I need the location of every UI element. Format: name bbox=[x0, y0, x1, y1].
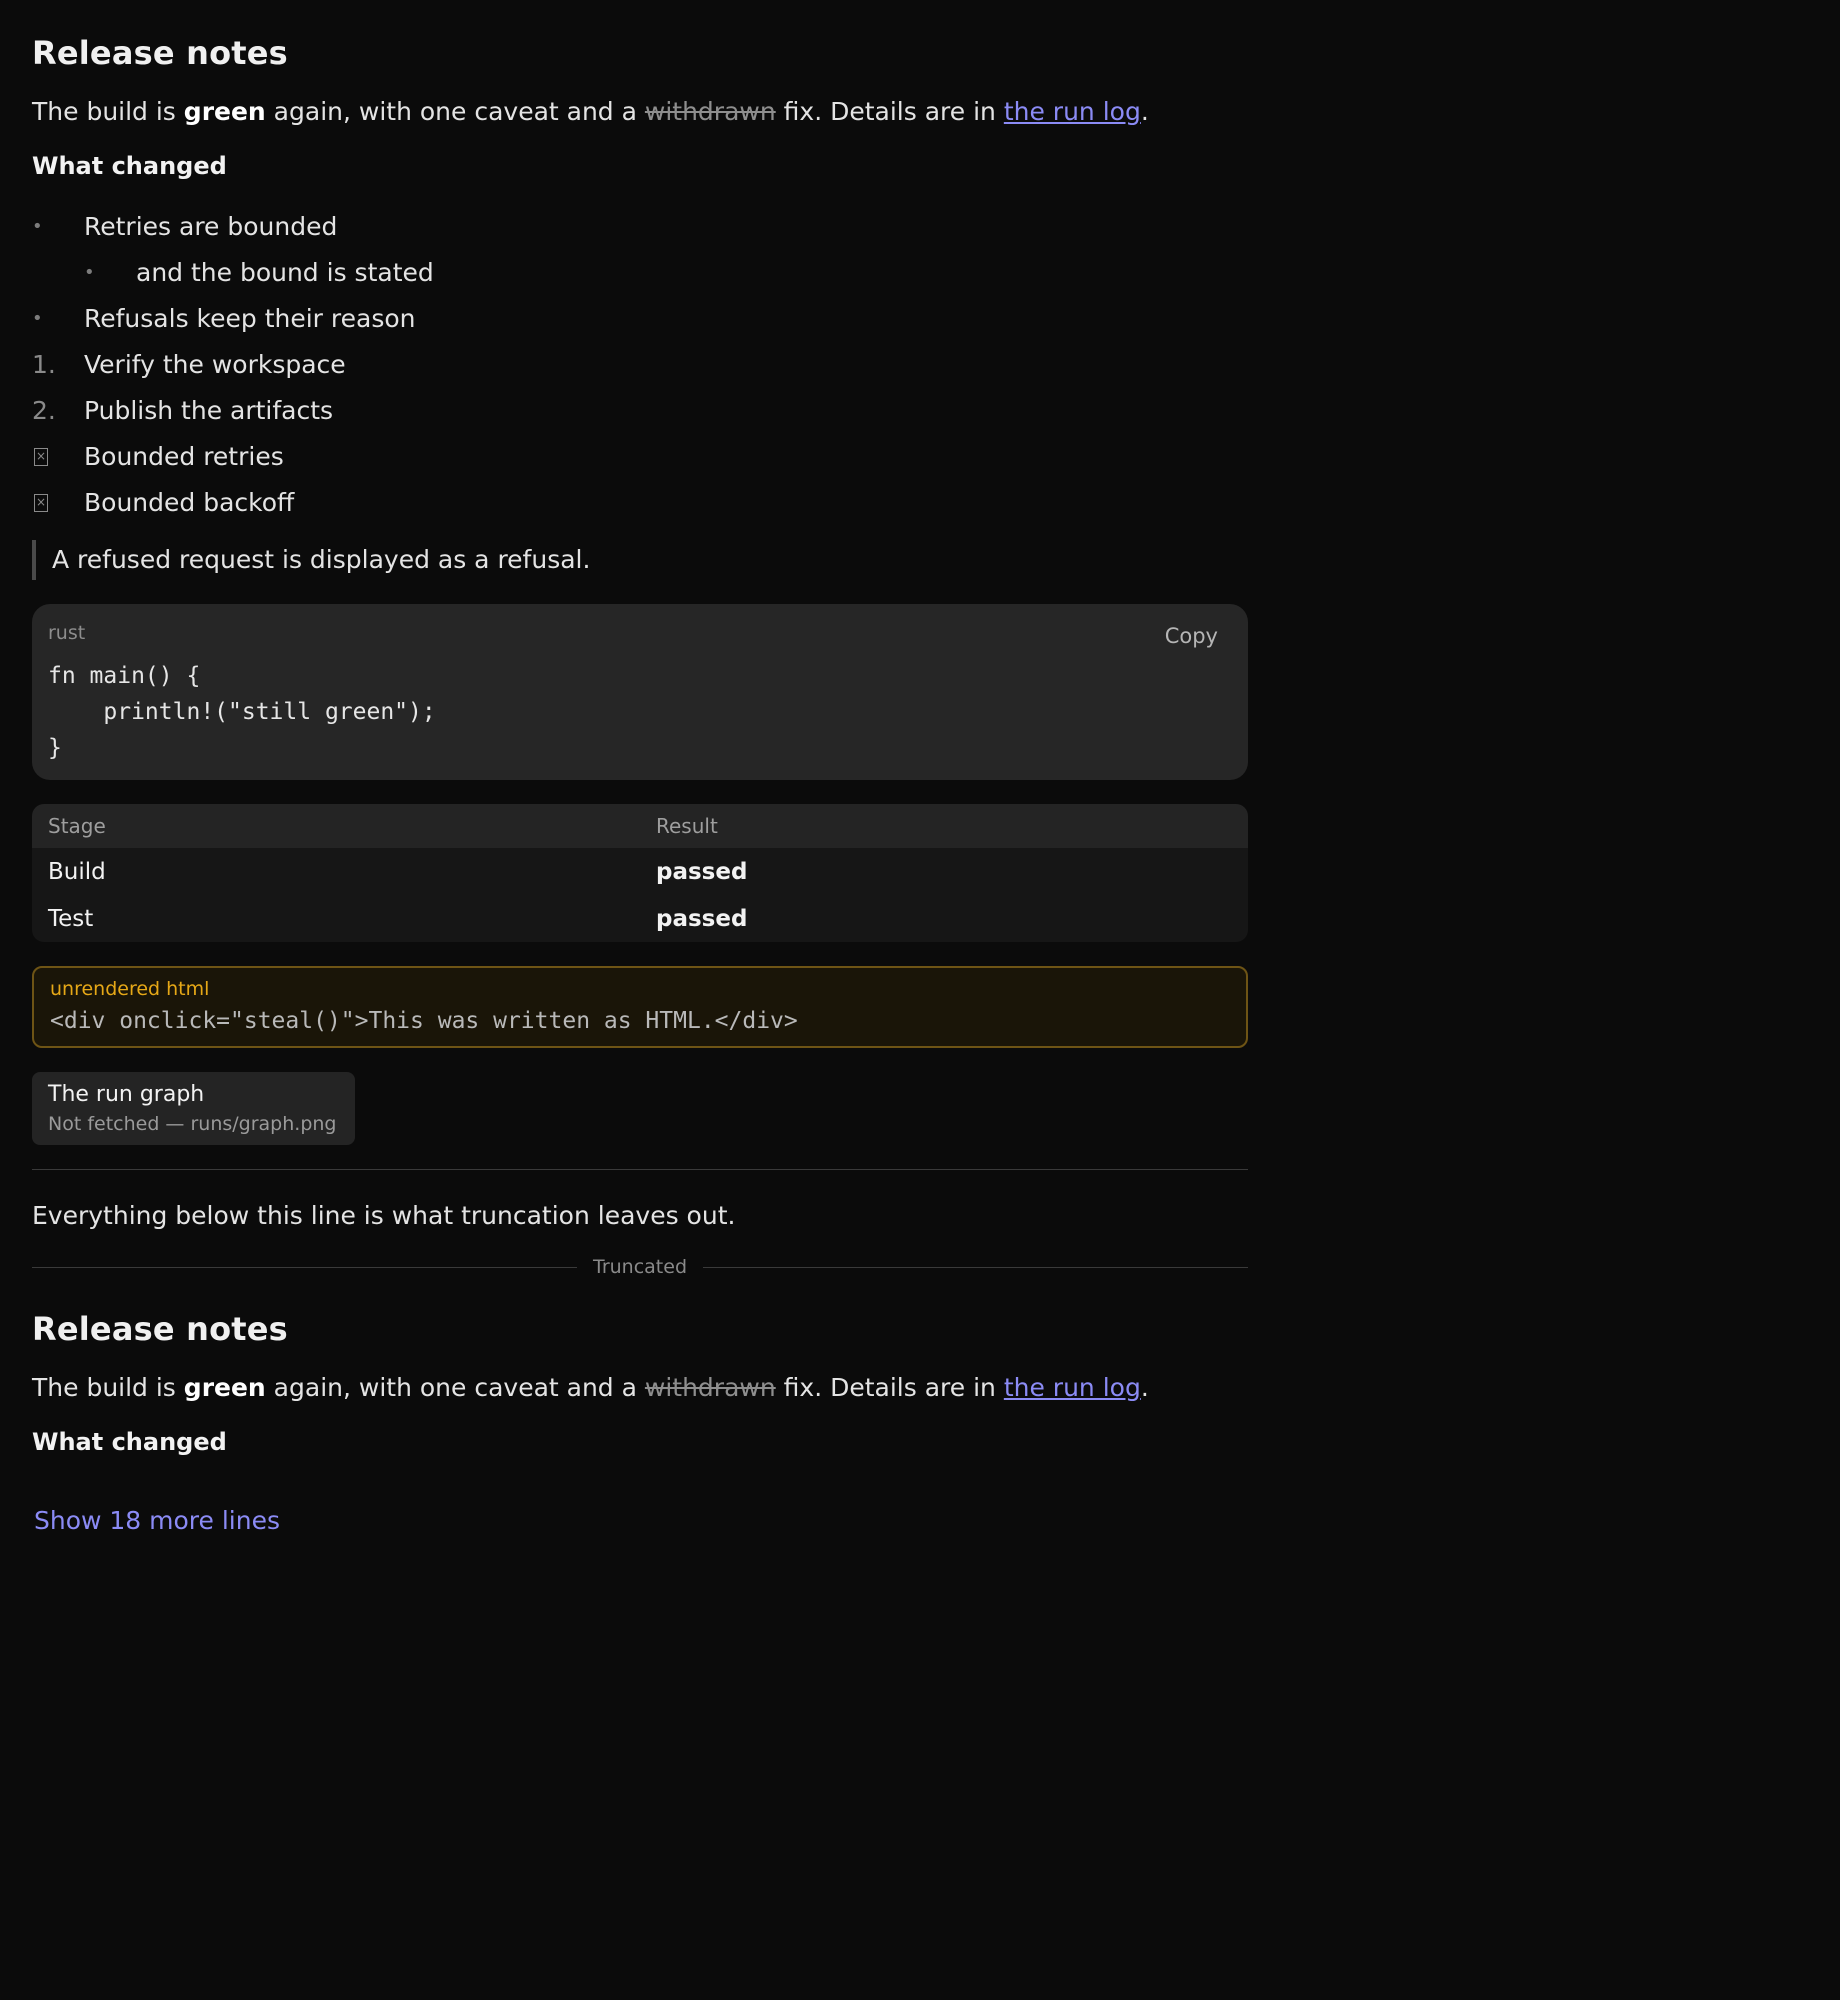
strikethrough-text: withdrawn bbox=[644, 97, 776, 126]
doc-title: Release notes bbox=[32, 1310, 288, 1348]
ordered-list: 1. Verify the workspace 2. Publish the a… bbox=[32, 342, 1248, 434]
bold-text: green bbox=[183, 1373, 266, 1402]
bullet-icon: • bbox=[84, 262, 95, 283]
image-title: The run graph bbox=[48, 1082, 205, 1107]
task-item: × Bounded retries bbox=[34, 442, 284, 471]
table-cell: passed bbox=[640, 895, 1248, 942]
list-number: 2. bbox=[32, 396, 56, 425]
list-item: • Refusals keep their reason bbox=[32, 296, 1248, 342]
table-row: Test passed bbox=[32, 895, 1248, 942]
list-number: 1. bbox=[32, 350, 56, 379]
code-block: rust Copy fn main() { println!("still gr… bbox=[32, 604, 1248, 780]
task-item: × Bounded backoff bbox=[34, 488, 295, 517]
table-row: Build passed bbox=[32, 848, 1248, 895]
column-header: Result bbox=[640, 804, 1248, 848]
horizontal-rule bbox=[32, 1169, 1248, 1170]
divider-line bbox=[32, 1266, 577, 1268]
unrendered-html-block: unrendered html <div onclick="steal()">T… bbox=[32, 966, 1248, 1048]
image-placeholder[interactable]: The run graph Not fetched — runs/graph.p… bbox=[32, 1072, 355, 1145]
run-log-link[interactable]: the run log bbox=[1004, 97, 1141, 126]
table-cell: passed bbox=[640, 848, 1248, 895]
intro-paragraph: The build is green again, with one cavea… bbox=[32, 97, 1149, 126]
table-header-row: Stage Result bbox=[32, 804, 1248, 848]
markdown-preview: Release notes The build is green again, … bbox=[32, 30, 1248, 1535]
truncation-divider: Truncated bbox=[32, 1256, 1248, 1278]
table-cell: Test bbox=[32, 895, 640, 942]
code-content: fn main() { println!("still green"); } bbox=[48, 663, 436, 761]
code-language: rust bbox=[48, 622, 86, 644]
bold-text: green bbox=[183, 97, 266, 126]
doc-title: Release notes bbox=[32, 34, 288, 72]
intro-paragraph: The build is green again, with one cavea… bbox=[32, 1373, 1149, 1402]
blockquote: A refused request is displayed as a refu… bbox=[32, 540, 1248, 580]
checkbox-icon: × bbox=[34, 494, 48, 512]
show-more-button[interactable]: Show 18 more lines bbox=[34, 1506, 280, 1535]
bullet-icon: • bbox=[32, 216, 43, 237]
list-item-nested: • and the bound is stated bbox=[32, 250, 1248, 296]
run-log-link[interactable]: the run log bbox=[1004, 1373, 1141, 1402]
section-heading: What changed bbox=[32, 1428, 227, 1456]
bullet-list: • Retries are bounded • and the bound is… bbox=[32, 204, 1248, 342]
unrendered-html-code: <div onclick="steal()">This was written … bbox=[50, 1008, 798, 1034]
table-cell: Build bbox=[32, 848, 640, 895]
task-list: × Bounded retries × Bounded backoff bbox=[32, 434, 1248, 526]
image-status: Not fetched — runs/graph.png bbox=[48, 1113, 337, 1135]
after-rule-paragraph: Everything below this line is what trunc… bbox=[32, 1201, 736, 1230]
list-item: 1. Verify the workspace bbox=[32, 342, 1248, 388]
bullet-icon: • bbox=[32, 308, 43, 329]
checkbox-icon: × bbox=[34, 448, 48, 466]
column-header: Stage bbox=[32, 804, 640, 848]
section-heading: What changed bbox=[32, 152, 227, 180]
divider-line bbox=[703, 1266, 1248, 1268]
strikethrough-text: withdrawn bbox=[644, 1373, 776, 1402]
unrendered-html-label: unrendered html bbox=[50, 978, 210, 1000]
stage-table: Stage Result Build passed Test passed bbox=[32, 804, 1248, 942]
list-item: 2. Publish the artifacts bbox=[32, 388, 1248, 434]
copy-button[interactable]: Copy bbox=[1165, 624, 1218, 648]
list-item: • Retries are bounded bbox=[32, 204, 1248, 250]
truncation-label: Truncated bbox=[593, 1256, 687, 1278]
